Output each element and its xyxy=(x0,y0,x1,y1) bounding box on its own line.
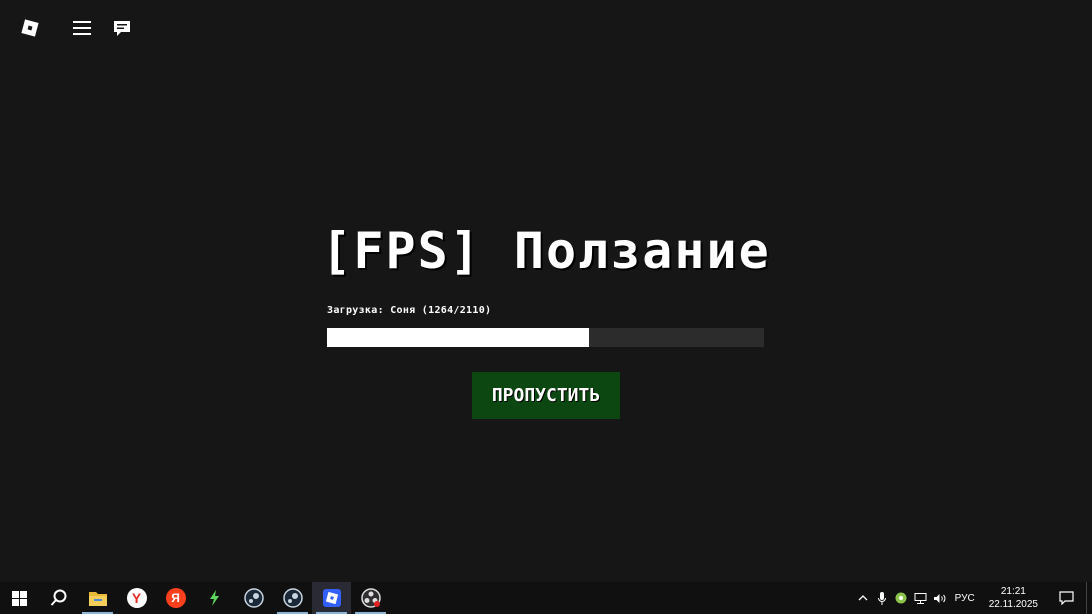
yandex-browser-icon: Y xyxy=(126,588,147,608)
notification-icon xyxy=(1058,591,1074,605)
volume-tray-button[interactable] xyxy=(930,582,949,614)
roblox-logo-button[interactable] xyxy=(14,12,46,44)
roblox-button[interactable] xyxy=(312,582,351,614)
network-tray-button[interactable] xyxy=(911,582,930,614)
game-title: [FPS] Ползание xyxy=(321,222,771,280)
steam-button-2[interactable] xyxy=(273,582,312,614)
green-tray-button[interactable] xyxy=(892,582,911,614)
steam-icon xyxy=(282,588,303,608)
yandex-icon: Я xyxy=(165,588,186,608)
yandex-browser-button[interactable]: Y xyxy=(117,582,156,614)
yandex-button[interactable]: Я xyxy=(156,582,195,614)
start-button[interactable] xyxy=(0,582,39,614)
hamburger-menu-icon xyxy=(73,21,91,35)
chevron-up-icon xyxy=(858,595,868,601)
chat-icon xyxy=(114,21,130,36)
clock[interactable]: 21:21 22.11.2025 xyxy=(981,585,1046,611)
chat-button[interactable] xyxy=(106,12,138,44)
roblox-icon xyxy=(322,589,341,607)
clock-date: 22.11.2025 xyxy=(988,599,1038,610)
system-tray: РУС 21:21 22.11.2025 xyxy=(854,582,1092,614)
steam-button-1[interactable] xyxy=(234,582,273,614)
clock-time: 21:21 xyxy=(1000,586,1026,597)
search-icon xyxy=(50,589,66,606)
menu-button[interactable] xyxy=(66,12,98,44)
green-app-button[interactable] xyxy=(195,582,234,614)
windows-taskbar: Y Я РУС 21:21 22.11.2025 xyxy=(0,582,1092,614)
microphone-icon xyxy=(878,591,887,605)
windows-logo-icon xyxy=(12,590,27,606)
show-hidden-icons-button[interactable] xyxy=(854,582,873,614)
action-center-button[interactable] xyxy=(1046,582,1086,614)
show-desktop-button[interactable] xyxy=(1086,582,1092,614)
volume-icon xyxy=(933,593,946,603)
lightning-icon xyxy=(209,590,219,606)
loading-progress-fill xyxy=(327,328,590,347)
file-explorer-button[interactable] xyxy=(78,582,117,614)
steam-icon xyxy=(243,588,264,608)
loading-status: Загрузка: Соня (1264/2110) xyxy=(327,305,492,316)
obs-icon xyxy=(360,588,381,608)
search-button[interactable] xyxy=(39,582,78,614)
roblox-logo-icon xyxy=(21,19,39,37)
input-language[interactable]: РУС xyxy=(949,593,981,604)
top-controls xyxy=(14,12,138,44)
network-icon xyxy=(914,592,927,604)
obs-button[interactable] xyxy=(351,582,390,614)
loading-progress-bar xyxy=(327,328,764,347)
app-status-icon xyxy=(895,592,907,604)
folder-icon xyxy=(88,592,107,606)
skip-button[interactable]: ПРОПУСТИТЬ xyxy=(472,372,620,419)
microphone-tray-button[interactable] xyxy=(873,582,892,614)
